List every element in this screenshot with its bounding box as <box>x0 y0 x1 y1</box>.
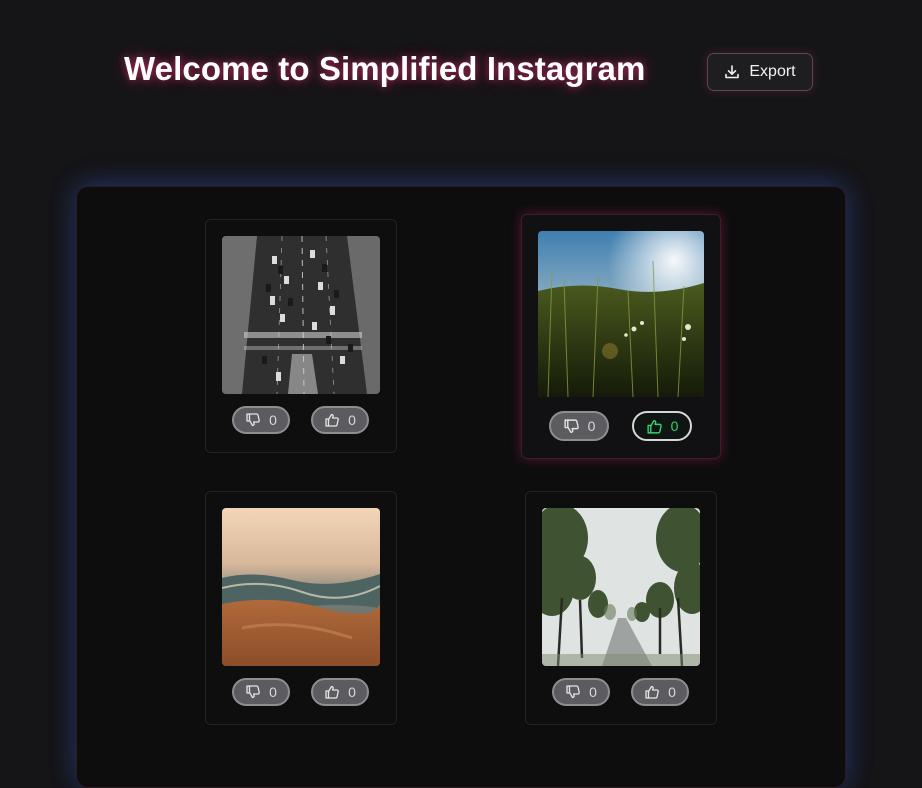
export-label: Export <box>749 63 796 80</box>
dislike-count: 0 <box>269 684 277 700</box>
export-button[interactable]: Export <box>707 53 813 91</box>
dislike-button[interactable]: 0 <box>232 406 290 434</box>
like-button[interactable]: 0 <box>311 678 369 706</box>
post-card: 0 0 <box>521 214 721 459</box>
dislike-button[interactable]: 0 <box>552 678 610 706</box>
like-button[interactable]: 0 <box>632 411 692 441</box>
post-photo <box>538 231 704 397</box>
download-icon <box>724 64 740 80</box>
thumbs-down-icon <box>245 684 261 700</box>
dislike-button[interactable]: 0 <box>549 411 609 441</box>
dislike-count: 0 <box>589 684 597 700</box>
post-card: 0 0 <box>205 491 397 725</box>
thumbs-up-icon <box>644 684 660 700</box>
thumbs-down-icon <box>245 412 261 428</box>
post-card: 0 0 <box>525 491 717 725</box>
feed-panel: 0 0 0 0 0 0 0 0 <box>76 186 846 788</box>
like-button[interactable]: 0 <box>311 406 369 434</box>
post-photo <box>542 508 700 666</box>
like-count: 0 <box>668 684 676 700</box>
post-photo <box>222 508 380 666</box>
like-button[interactable]: 0 <box>631 678 689 706</box>
dislike-count: 0 <box>587 418 596 434</box>
thumbs-down-icon <box>563 418 580 435</box>
thumbs-down-icon <box>565 684 581 700</box>
like-count: 0 <box>670 418 679 434</box>
dislike-button[interactable]: 0 <box>232 678 290 706</box>
dislike-count: 0 <box>269 412 277 428</box>
page-title: Welcome to Simplified Instagram <box>124 50 646 87</box>
thumbs-up-icon <box>324 412 340 428</box>
thumbs-up-icon <box>324 684 340 700</box>
like-count: 0 <box>348 684 356 700</box>
post-card: 0 0 <box>205 219 397 453</box>
like-count: 0 <box>348 412 356 428</box>
post-photo <box>222 236 380 394</box>
thumbs-up-icon <box>646 418 663 435</box>
